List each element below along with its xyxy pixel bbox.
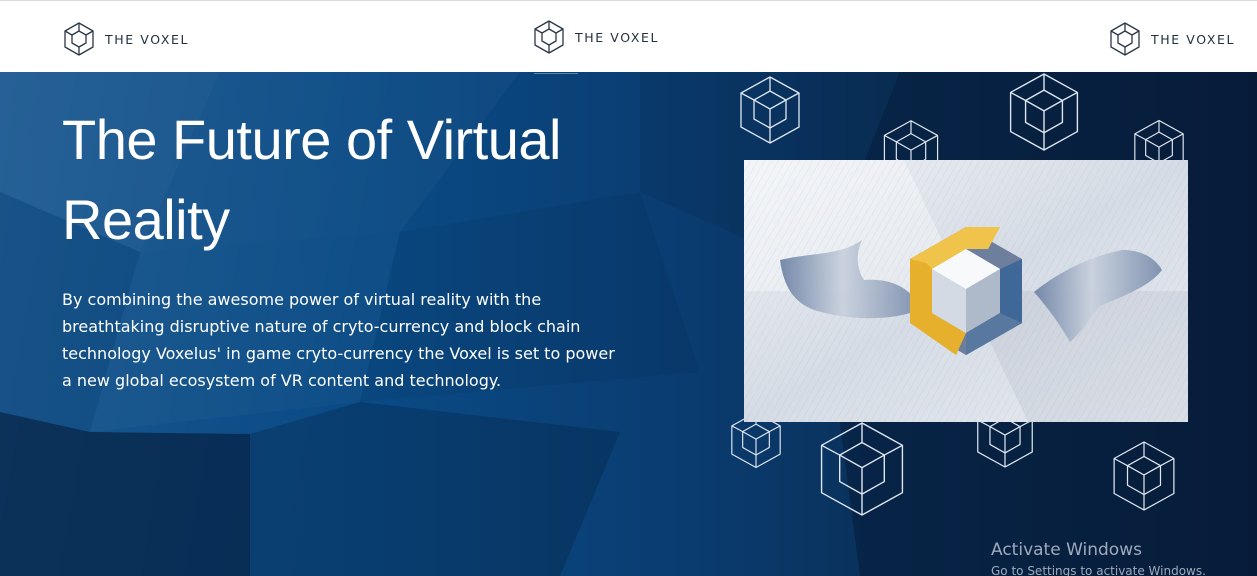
hero-illustration (744, 160, 1188, 422)
wireframe-cube-icon (1009, 73, 1079, 151)
nav-divider (534, 73, 578, 74)
brand-logo-center[interactable]: THE VOXEL (532, 19, 659, 55)
brand-name-center: THE VOXEL (575, 29, 660, 45)
brand-name-left: THE VOXEL (105, 31, 190, 47)
page: THE VOXEL THE VOXEL THE VOXEL The Future… (0, 0, 1257, 576)
voxel-logo-icon (64, 22, 94, 56)
brand-logo-right[interactable]: THE VOXEL (1108, 21, 1235, 57)
activate-windows-subtitle: Go to Settings to activate Windows. (991, 564, 1206, 576)
voxel-logo-icon (534, 20, 564, 54)
activate-windows-title: Activate Windows (991, 540, 1142, 560)
top-nav-bar: THE VOXEL THE VOXEL THE VOXEL (0, 0, 1257, 72)
wireframe-cube-icon (1113, 441, 1175, 511)
wireframe-cube-icon (820, 422, 904, 516)
voxel-emblem-illustration (744, 160, 1188, 422)
wireframe-cube-icon (740, 76, 800, 144)
brand-logo-left[interactable]: THE VOXEL (62, 21, 189, 57)
brand-name-right: THE VOXEL (1151, 31, 1236, 47)
hero-title: The Future of Virtual Reality (62, 108, 561, 251)
hero-description: By combining the awesome power of virtua… (62, 290, 615, 390)
voxel-logo-icon (1110, 22, 1140, 56)
